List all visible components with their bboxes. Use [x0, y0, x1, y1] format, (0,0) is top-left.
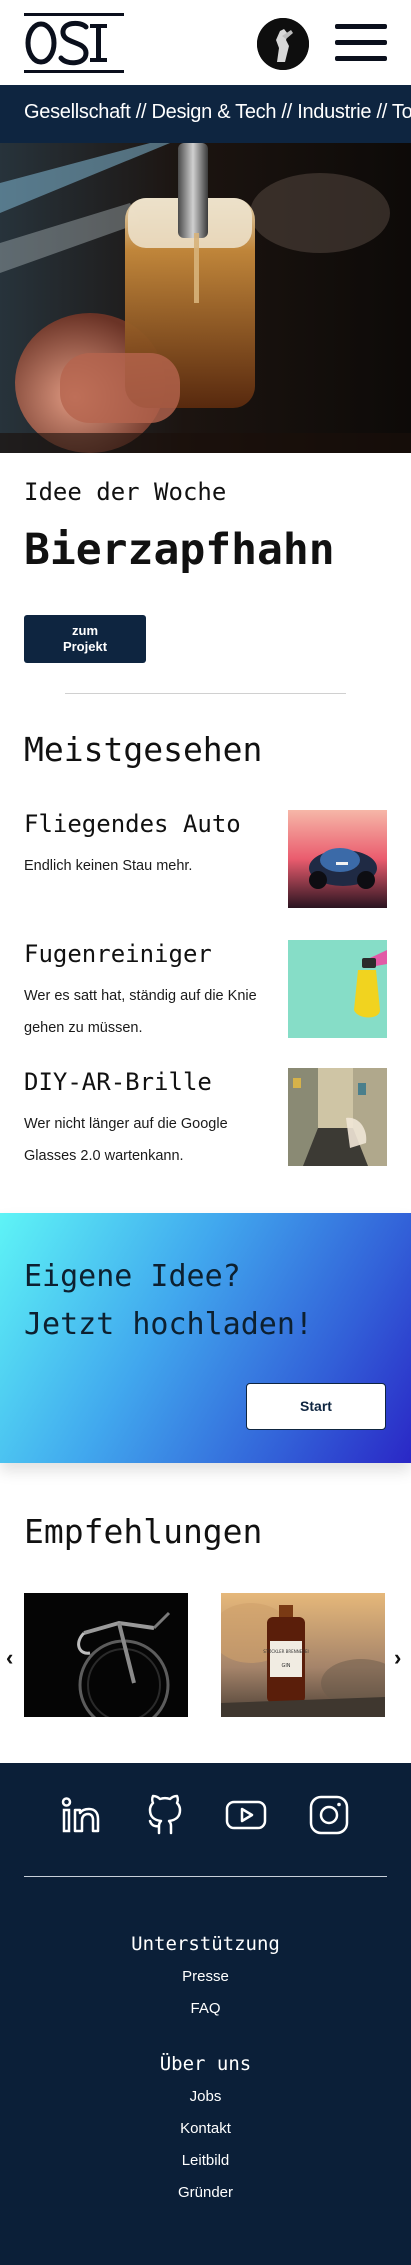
item-title: DIY-AR-Brille	[24, 1068, 212, 1096]
hero-image-beer-tap[interactable]	[0, 143, 411, 453]
to-project-label-1: zum	[72, 623, 98, 638]
site-footer: Unterstützung Presse FAQ Über uns Jobs K…	[0, 1763, 411, 2265]
item-description: Endlich keinen Stau mehr.	[24, 858, 193, 874]
idea-of-week-title: Bierzapfhahn	[24, 525, 335, 575]
footer-link-jobs[interactable]: Jobs	[0, 2088, 411, 2105]
footer-divider	[24, 1876, 387, 1877]
ar-glasses-thumbnail[interactable]	[288, 1068, 387, 1166]
item-description: Wer es satt hat, ständig auf die Knie ge…	[24, 988, 257, 1036]
flying-car-thumbnail[interactable]	[288, 810, 387, 908]
upload-headline-line2: Jetzt hochladen!	[24, 1307, 313, 1342]
upload-idea-banner: Eigene Idee? Jetzt hochladen! Start	[0, 1213, 411, 1463]
item-title: Fliegendes Auto	[24, 810, 241, 838]
joint-cleaner-thumbnail[interactable]	[288, 940, 387, 1038]
item-title: Fugenreiniger	[24, 940, 212, 968]
to-project-button[interactable]: zum Projekt	[24, 615, 146, 663]
bottle-label-top: STÖCKLER BRENNEREI	[263, 1649, 308, 1654]
category-nav: Gesellschaft // Design & Tech // Industr…	[0, 85, 411, 143]
footer-link-mission[interactable]: Leitbild	[0, 2152, 411, 2169]
footer-heading-about: Über uns	[159, 2053, 252, 2075]
bottle-label-bottom: GIN	[281, 1663, 290, 1669]
instagram-icon[interactable]	[307, 1793, 351, 1837]
carousel-prev-arrow-icon[interactable]: ‹	[6, 1645, 13, 1671]
recommendation-card-gin-bottle[interactable]: STÖCKLER BRENNEREI GIN	[221, 1593, 385, 1717]
carousel-next-arrow-icon[interactable]: ›	[394, 1645, 401, 1671]
site-header	[0, 0, 411, 85]
hamburger-menu-button[interactable]	[335, 22, 387, 62]
upload-headline-line1: Eigene Idee?	[24, 1259, 241, 1294]
footer-heading-support: Unterstützung	[131, 1933, 280, 1955]
footer-link-founders[interactable]: Gründer	[0, 2184, 411, 2201]
recommendations-heading: Empfehlungen	[24, 1512, 263, 1551]
category-links[interactable]: Gesellschaft // Design & Tech // Industr…	[24, 101, 411, 124]
linkedin-icon[interactable]	[60, 1793, 104, 1837]
footer-link-press[interactable]: Presse	[0, 1968, 411, 1985]
most-viewed-heading: Meistgesehen	[24, 730, 263, 769]
idea-of-week-kicker: Idee der Woche	[24, 478, 227, 506]
avatar[interactable]	[257, 18, 309, 70]
github-icon[interactable]	[143, 1793, 187, 1837]
youtube-icon[interactable]	[224, 1793, 268, 1837]
osi-logo[interactable]	[24, 13, 124, 73]
to-project-label-2: Projekt	[62, 639, 108, 654]
start-upload-button[interactable]: Start	[246, 1383, 386, 1430]
item-description: Wer nicht länger auf die Google Glasses …	[24, 1116, 228, 1164]
upload-headline: Eigene Idee? Jetzt hochladen!	[24, 1253, 313, 1349]
recommendation-card-bicycle[interactable]	[24, 1593, 188, 1717]
section-divider	[65, 693, 346, 694]
footer-link-faq[interactable]: FAQ	[0, 2000, 411, 2017]
footer-link-contact[interactable]: Kontakt	[0, 2120, 411, 2137]
